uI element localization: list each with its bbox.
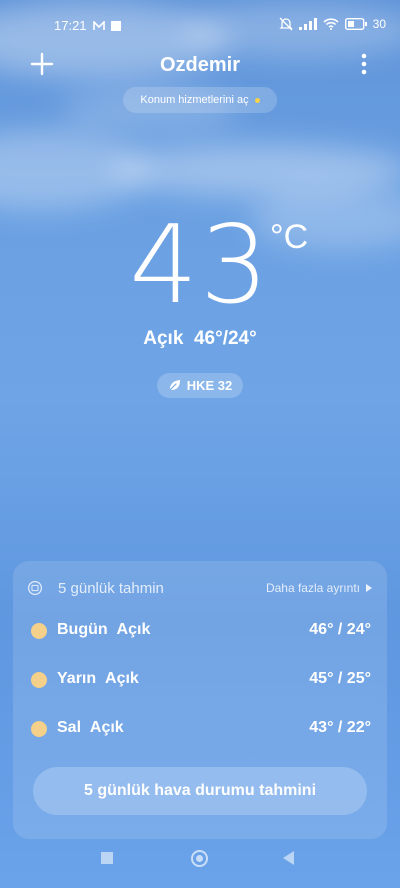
more-details-link[interactable]: Daha fazla ayrıntı (266, 581, 372, 595)
current-condition: Açık 46°/24° (0, 328, 400, 350)
stop-icon (110, 20, 121, 31)
city-title: Ozdemir (159, 54, 241, 76)
battery-percent: 30 (372, 17, 386, 31)
chevron-right-icon (366, 584, 372, 592)
sun-icon (31, 623, 47, 639)
more-details-label: Daha fazla ayrıntı (265, 581, 360, 595)
forecast-row-today[interactable]: Bugün Açık 46° / 24° (31, 619, 371, 643)
current-temperature: 43 °C (0, 210, 400, 322)
air-quality-badge[interactable]: HKE 32 (157, 373, 243, 398)
aqi-label: HKE 32 (186, 378, 233, 393)
system-nav-bar (0, 840, 400, 888)
back-button[interactable] (283, 851, 294, 865)
signal-icon (298, 18, 317, 30)
status-time: 17:21 (54, 18, 87, 33)
temperature-value: 43 (129, 203, 271, 328)
location-prompt-label: Konum hizmetlerini aç (140, 94, 249, 106)
five-day-forecast-label: 5 günlük hava durumu tahmini (83, 782, 317, 799)
forecast-day-label: Sal Açık (57, 719, 124, 736)
condition-label: Açık (143, 328, 184, 349)
forecast-card: 5 günlük tahmin Daha fazla ayrıntı Bugün… (13, 561, 387, 839)
recents-button[interactable] (101, 852, 113, 864)
mail-icon (92, 20, 105, 30)
forecast-day-label: Yarın Açık (57, 670, 139, 687)
location-services-button[interactable]: Konum hizmetlerini aç (123, 87, 277, 113)
battery-icon (344, 18, 367, 30)
temperature-unit: °C (270, 218, 309, 256)
forecast-temps: 45° / 25° (309, 670, 371, 687)
forecast-temps: 46° / 24° (309, 621, 371, 638)
notification-dot (254, 97, 260, 103)
home-button[interactable] (191, 850, 208, 867)
leaf-icon (169, 379, 180, 391)
status-bar: 17:21 30 (0, 14, 400, 38)
high-low-temps: 46°/24° (193, 328, 257, 349)
forecast-temps: 43° / 22° (309, 719, 371, 736)
forecast-row-tomorrow[interactable]: Yarın Açık 45° / 25° (31, 668, 371, 692)
five-day-forecast-button[interactable]: 5 günlük hava durumu tahmini (33, 767, 367, 815)
sun-icon (31, 721, 47, 737)
forecast-row-tuesday[interactable]: Sal Açık 43° / 22° (31, 717, 371, 741)
bell-muted-icon (279, 17, 293, 31)
forecast-header: 5 günlük tahmin Daha fazla ayrıntı (28, 579, 372, 601)
forecast-title: 5 günlük tahmin (58, 580, 164, 597)
forecast-day-label: Bugün Açık (57, 621, 151, 638)
sun-icon (31, 672, 47, 688)
wifi-icon (323, 18, 339, 30)
more-vert-icon[interactable] (360, 52, 368, 76)
app-header: Ozdemir (0, 48, 400, 84)
calendar-icon (28, 581, 42, 595)
